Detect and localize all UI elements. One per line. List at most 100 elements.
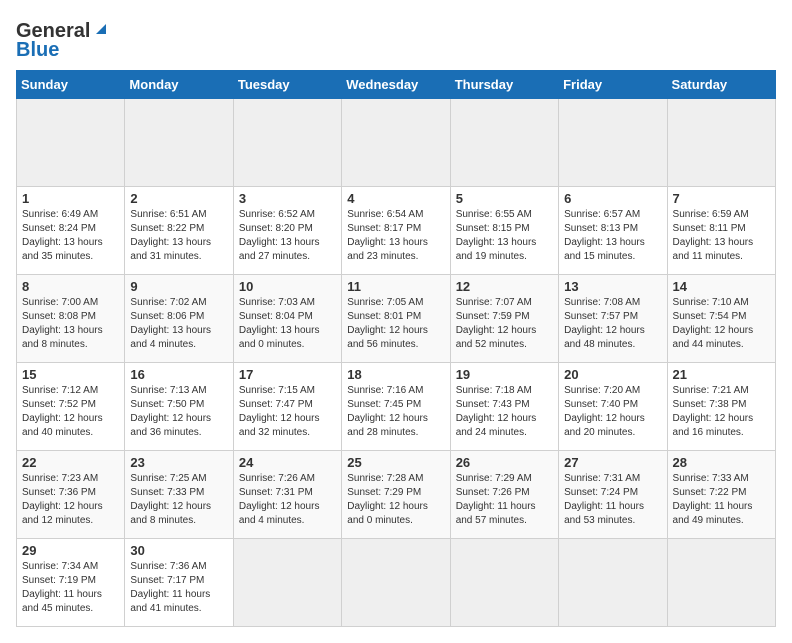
weekday-header-tuesday: Tuesday: [233, 71, 341, 99]
cell-text: Sunrise: 7:18 AMSunset: 7:43 PMDaylight:…: [456, 385, 537, 438]
cell-text: Sunrise: 7:16 AMSunset: 7:45 PMDaylight:…: [347, 385, 428, 438]
cell-text: Sunrise: 7:25 AMSunset: 7:33 PMDaylight:…: [130, 473, 211, 526]
cell-text: Sunrise: 7:07 AMSunset: 7:59 PMDaylight:…: [456, 297, 537, 350]
day-number: 11: [347, 279, 444, 294]
weekday-header-wednesday: Wednesday: [342, 71, 450, 99]
day-number: 6: [564, 191, 661, 206]
calendar-cell: 13 Sunrise: 7:08 AMSunset: 7:57 PMDayligh…: [559, 275, 667, 363]
day-number: 21: [673, 367, 770, 382]
calendar-cell: 12Sunrise: 7:07 AMSunset: 7:59 PMDayligh…: [450, 275, 558, 363]
day-number: 14: [673, 279, 770, 294]
calendar-week-row: [17, 99, 776, 187]
day-number: 5: [456, 191, 553, 206]
calendar-cell: 8Sunrise: 7:00 AMSunset: 8:08 PMDaylight…: [17, 275, 125, 363]
calendar-cell: 4Sunrise: 6:54 AMSunset: 8:17 PMDaylight…: [342, 187, 450, 275]
calendar-cell: 5 Sunrise: 6:55 AMSunset: 8:15 PMDaylight…: [450, 187, 558, 275]
cell-text: Sunrise: 6:59 AMSunset: 8:11 PMDaylight:…: [673, 209, 754, 262]
day-number: 15: [22, 367, 119, 382]
day-number: 29: [22, 543, 119, 558]
calendar-cell: [450, 99, 558, 187]
calendar-cell: 1Sunrise: 6:49 AMSunset: 8:24 PMDaylight…: [17, 187, 125, 275]
calendar-cell: 26Sunrise: 7:29 AMSunset: 7:26 PMDayligh…: [450, 451, 558, 539]
calendar-cell: 25Sunrise: 7:28 AMSunset: 7:29 PMDayligh…: [342, 451, 450, 539]
calendar-cell: 22Sunrise: 7:23 AMSunset: 7:36 PMDayligh…: [17, 451, 125, 539]
day-number: 8: [22, 279, 119, 294]
calendar-cell: 11 Sunrise: 7:05 AMSunset: 8:01 PMDayligh…: [342, 275, 450, 363]
calendar-cell: 14Sunrise: 7:10 AMSunset: 7:54 PMDayligh…: [667, 275, 775, 363]
calendar-cell: 16Sunrise: 7:13 AMSunset: 7:50 PMDayligh…: [125, 363, 233, 451]
day-number: 4: [347, 191, 444, 206]
day-number: 17: [239, 367, 336, 382]
day-number: 9: [130, 279, 227, 294]
day-number: 13: [564, 279, 661, 294]
calendar-cell: [342, 99, 450, 187]
weekday-header-sunday: Sunday: [17, 71, 125, 99]
calendar-cell: [559, 539, 667, 627]
calendar-cell: 9Sunrise: 7:02 AMSunset: 8:06 PMDaylight…: [125, 275, 233, 363]
day-number: 16: [130, 367, 227, 382]
calendar-cell: 19 Sunrise: 7:18 AMSunset: 7:43 PMDayligh…: [450, 363, 558, 451]
cell-text: Sunrise: 7:21 AMSunset: 7:38 PMDaylight:…: [673, 385, 754, 438]
cell-text: Sunrise: 7:33 AMSunset: 7:22 PMDaylight:…: [673, 473, 753, 526]
logo: General Blue: [16, 20, 110, 62]
calendar-cell: 21 Sunrise: 7:21 AMSunset: 7:38 PMDayligh…: [667, 363, 775, 451]
day-number: 23: [130, 455, 227, 470]
cell-text: Sunrise: 7:20 AMSunset: 7:40 PMDaylight:…: [564, 385, 645, 438]
day-number: 19: [456, 367, 553, 382]
cell-text: Sunrise: 6:57 AMSunset: 8:13 PMDaylight:…: [564, 209, 645, 262]
calendar-cell: 29Sunrise: 7:34 AMSunset: 7:19 PMDayligh…: [17, 539, 125, 627]
cell-text: Sunrise: 6:49 AMSunset: 8:24 PMDaylight:…: [22, 209, 103, 262]
day-number: 10: [239, 279, 336, 294]
calendar-week-row: 8Sunrise: 7:00 AMSunset: 8:08 PMDaylight…: [17, 275, 776, 363]
page-header: General Blue: [16, 16, 776, 62]
cell-text: Sunrise: 7:05 AMSunset: 8:01 PMDaylight:…: [347, 297, 428, 350]
logo-blue: Blue: [16, 39, 59, 62]
day-number: 18: [347, 367, 444, 382]
weekday-header-monday: Monday: [125, 71, 233, 99]
calendar-week-row: 29Sunrise: 7:34 AMSunset: 7:19 PMDayligh…: [17, 539, 776, 627]
calendar-cell: 3 Sunrise: 6:52 AMSunset: 8:20 PMDaylight…: [233, 187, 341, 275]
calendar-week-row: 1Sunrise: 6:49 AMSunset: 8:24 PMDaylight…: [17, 187, 776, 275]
cell-text: Sunrise: 7:15 AMSunset: 7:47 PMDaylight:…: [239, 385, 320, 438]
cell-text: Sunrise: 7:03 AMSunset: 8:04 PMDaylight:…: [239, 297, 320, 350]
calendar-cell: [667, 539, 775, 627]
calendar-cell: 20 Sunrise: 7:20 AMSunset: 7:40 PMDayligh…: [559, 363, 667, 451]
day-number: 3: [239, 191, 336, 206]
cell-text: Sunrise: 7:26 AMSunset: 7:31 PMDaylight:…: [239, 473, 320, 526]
calendar-cell: [342, 539, 450, 627]
day-number: 25: [347, 455, 444, 470]
calendar-cell: 30 Sunrise: 7:36 AMSunset: 7:17 PMDayligh…: [125, 539, 233, 627]
cell-text: Sunrise: 6:52 AMSunset: 8:20 PMDaylight:…: [239, 209, 320, 262]
calendar-cell: [667, 99, 775, 187]
weekday-header-saturday: Saturday: [667, 71, 775, 99]
calendar-cell: 6 Sunrise: 6:57 AMSunset: 8:13 PMDaylight…: [559, 187, 667, 275]
cell-text: Sunrise: 7:31 AMSunset: 7:24 PMDaylight:…: [564, 473, 644, 526]
calendar-cell: [17, 99, 125, 187]
day-number: 2: [130, 191, 227, 206]
calendar-cell: 17 Sunrise: 7:15 AMSunset: 7:47 PMDayligh…: [233, 363, 341, 451]
calendar-cell: 24 Sunrise: 7:26 AMSunset: 7:31 PMDayligh…: [233, 451, 341, 539]
day-number: 26: [456, 455, 553, 470]
calendar-cell: [559, 99, 667, 187]
day-number: 24: [239, 455, 336, 470]
cell-text: Sunrise: 6:51 AMSunset: 8:22 PMDaylight:…: [130, 209, 211, 262]
calendar-cell: [450, 539, 558, 627]
calendar-cell: 27Sunrise: 7:31 AMSunset: 7:24 PMDayligh…: [559, 451, 667, 539]
cell-text: Sunrise: 7:12 AMSunset: 7:52 PMDaylight:…: [22, 385, 103, 438]
day-number: 28: [673, 455, 770, 470]
calendar-cell: [233, 539, 341, 627]
calendar-cell: [125, 99, 233, 187]
cell-text: Sunrise: 7:08 AMSunset: 7:57 PMDaylight:…: [564, 297, 645, 350]
calendar-week-row: 22Sunrise: 7:23 AMSunset: 7:36 PMDayligh…: [17, 451, 776, 539]
calendar-cell: 23 Sunrise: 7:25 AMSunset: 7:33 PMDayligh…: [125, 451, 233, 539]
calendar-cell: [233, 99, 341, 187]
day-number: 7: [673, 191, 770, 206]
calendar-header-row: SundayMondayTuesdayWednesdayThursdayFrid…: [17, 71, 776, 99]
calendar-cell: 2 Sunrise: 6:51 AMSunset: 8:22 PMDaylight…: [125, 187, 233, 275]
cell-text: Sunrise: 7:36 AMSunset: 7:17 PMDaylight:…: [130, 561, 210, 614]
cell-text: Sunrise: 7:23 AMSunset: 7:36 PMDaylight:…: [22, 473, 103, 526]
cell-text: Sunrise: 6:55 AMSunset: 8:15 PMDaylight:…: [456, 209, 537, 262]
calendar-cell: 7 Sunrise: 6:59 AMSunset: 8:11 PMDaylight…: [667, 187, 775, 275]
day-number: 20: [564, 367, 661, 382]
day-number: 30: [130, 543, 227, 558]
